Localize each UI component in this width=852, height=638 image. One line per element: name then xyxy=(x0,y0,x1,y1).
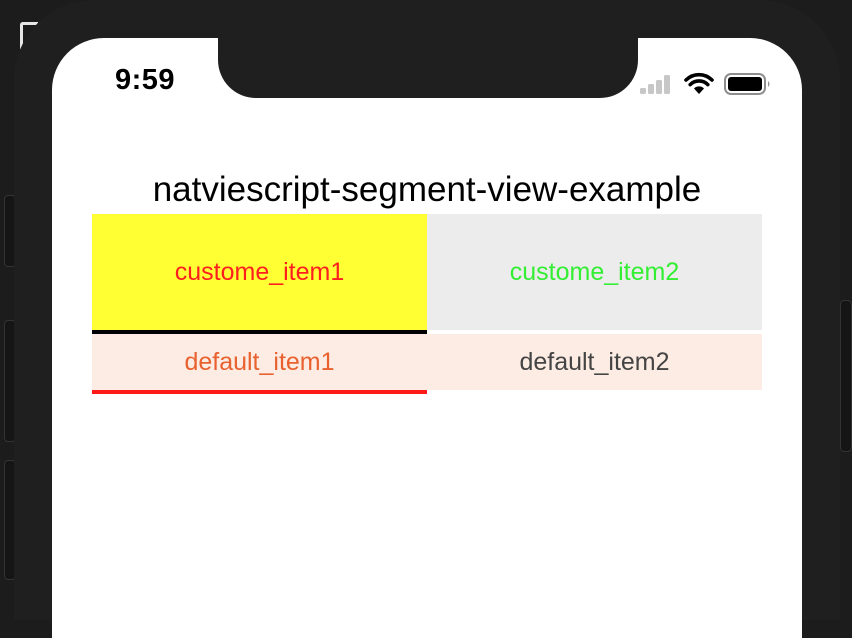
custom-segment-item-2[interactable]: custome_item2 xyxy=(427,214,762,330)
custom-segment-view: custome_item1 custome_item2 xyxy=(92,214,762,334)
default-segment-item-2[interactable]: default_item2 xyxy=(427,334,762,390)
default-segment-item-1[interactable]: default_item1 xyxy=(92,334,427,394)
page-title: natviescript-segment-view-example xyxy=(152,170,702,209)
cellular-signal-icon xyxy=(640,74,676,94)
default-segment-view: default_item1 default_item2 xyxy=(92,334,762,394)
device-notch xyxy=(218,38,638,98)
power-button xyxy=(840,300,852,452)
wifi-icon xyxy=(684,72,714,94)
status-time: 9:59 xyxy=(115,64,176,96)
battery-icon xyxy=(724,73,770,95)
custom-segment-item-1[interactable]: custome_item1 xyxy=(92,214,427,334)
